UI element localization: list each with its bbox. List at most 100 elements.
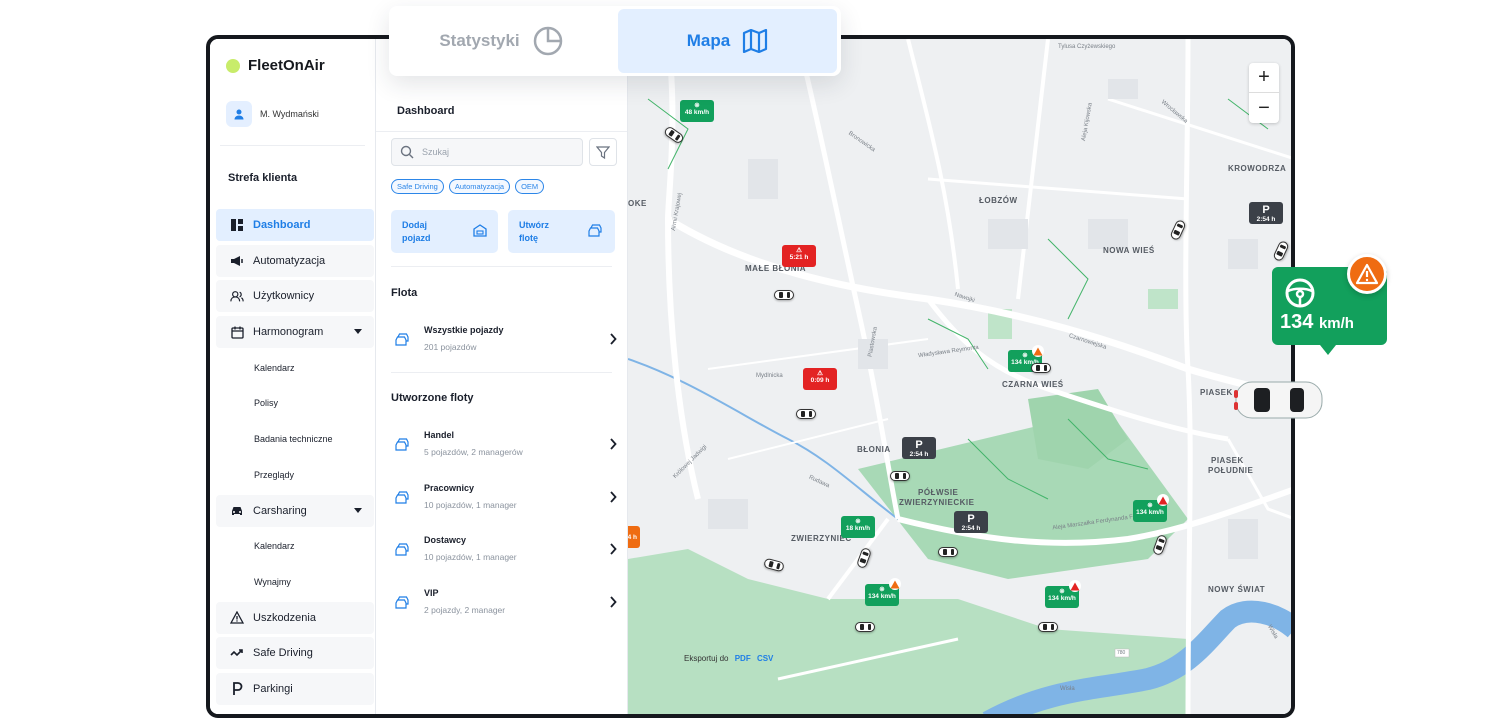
sidebar-item-dashboard[interactable]: Dashboard [216, 209, 374, 241]
fleet-name: Dostawcy [424, 535, 467, 545]
vehicle-pin[interactable]: ⚠ 5:21 h [782, 245, 816, 267]
add-vehicle-button[interactable]: Dodaj pojazd [391, 210, 498, 253]
steering-wheel-icon: ⊗ [694, 102, 700, 109]
parking-pin[interactable]: P 2:54 h [954, 511, 988, 533]
sidebar-item-uzytkownicy[interactable]: Użytkownicy [216, 280, 374, 313]
no-signal-icon: ⚠ [817, 370, 823, 377]
road-badge: 780 [1117, 650, 1126, 656]
sidebar-subitem-kalendarz[interactable]: Kalendarz [216, 352, 374, 384]
district-label: ZWIERZYNIECKIE [899, 498, 975, 507]
selected-vehicle-icon[interactable] [1232, 376, 1326, 424]
filter-button[interactable] [589, 138, 617, 166]
zoom-controls: + − [1249, 63, 1279, 123]
zoom-out-button[interactable]: − [1249, 93, 1279, 123]
sidebar-menu: Dashboard Automatyzacja Użytkownicy Harm… [216, 209, 374, 709]
user-profile[interactable]: M. Wydmański [226, 101, 319, 127]
vehicle-marker[interactable] [1038, 622, 1058, 632]
sidebar-item-safe-driving[interactable]: Safe Driving [216, 637, 374, 670]
vehicle-marker[interactable] [796, 409, 816, 419]
chevron-right-icon [609, 437, 617, 455]
sidebar-item-label: Parkingi [253, 682, 293, 695]
fleet-row-vip[interactable]: VIP 2 pojazdy, 2 manager [391, 585, 619, 625]
fleet-icon [395, 491, 411, 509]
chevron-down-icon[interactable] [354, 507, 362, 513]
vehicle-marker[interactable] [1031, 363, 1051, 373]
vehicle-pin[interactable]: ⊗ 48 km/h [680, 100, 714, 122]
avatar [226, 101, 252, 127]
users-icon [230, 289, 244, 303]
pie-chart-icon [533, 26, 562, 56]
filter-icon [596, 145, 610, 159]
fleet-meta: 10 pojazdów, 1 manager [424, 500, 517, 510]
export-csv-link[interactable]: CSV [757, 654, 773, 663]
sidebar-item-label: Automatyzacja [253, 254, 326, 267]
fleet-icon [588, 224, 604, 241]
pin-text: 18 km/h [845, 525, 871, 532]
pin-text: 5:21 h [789, 254, 809, 261]
sidebar-subitem-przeglady[interactable]: Przeglądy [216, 459, 374, 491]
sidebar-item-uszkodzenia[interactable]: Uszkodzenia [216, 601, 374, 634]
chip-safe-driving[interactable]: Safe Driving [391, 179, 444, 194]
parking-icon [230, 682, 244, 696]
chip-automatyzacja[interactable]: Automatyzacja [448, 179, 511, 194]
warning-icon [889, 578, 901, 590]
street-label: Wisła [1060, 686, 1075, 692]
chip-oem[interactable]: OEM [515, 179, 545, 194]
tab-statystyki[interactable]: Statystyki [392, 9, 611, 73]
vehicle-marker[interactable] [938, 547, 958, 557]
sidebar-item-automatyzacja[interactable]: Automatyzacja [216, 244, 374, 277]
create-fleet-button[interactable]: Utwórz flotę [508, 210, 615, 253]
sidebar-subitem-badania[interactable]: Badania techniczne [216, 423, 374, 455]
vehicle-marker[interactable] [890, 471, 910, 481]
app-name: FleetOnAir [248, 57, 325, 74]
sidebar-item-carsharing[interactable]: Carsharing [216, 494, 374, 527]
export-bar: Eksportuj do PDF CSV [684, 654, 773, 663]
divider [376, 131, 627, 132]
chevron-right-icon [609, 542, 617, 560]
tab-mapa[interactable]: Mapa [618, 9, 837, 73]
dashboard-panel: Dashboard Szukaj Safe Driving Automatyza… [376, 39, 628, 714]
district-label: BŁONIA [857, 445, 891, 454]
export-pdf-link[interactable]: PDF [735, 654, 751, 663]
sidebar-item-parkingi[interactable]: Parkingi [216, 672, 374, 705]
district-label: PIASEK [1211, 456, 1244, 465]
street-label: Mydlnicka [756, 373, 783, 379]
fleet-row-all[interactable]: Wszystkie pojazdy 201 pojazdów [391, 322, 619, 362]
sidebar-subitem-polisy[interactable]: Polisy [216, 387, 374, 419]
parking-pin[interactable]: P 2:54 h [902, 437, 936, 459]
parking-letter: P [1262, 204, 1270, 216]
sidebar-subitem-kalendarz[interactable]: Kalendarz [216, 530, 374, 562]
search-placeholder: Szukaj [422, 147, 450, 157]
map-view[interactable]: 780 ŁOBZÓW NOWA WIEŚ KROWODRZA MAŁE BŁON… [628, 39, 1291, 714]
pin-text: 48 km/h [684, 109, 710, 116]
chevron-down-icon[interactable] [354, 329, 362, 335]
chevron-right-icon [609, 595, 617, 613]
fleet-row-handel[interactable]: Handel 5 pojazdów, 2 managerów [391, 427, 619, 467]
parking-pin[interactable]: P 2:54 h [1249, 202, 1283, 224]
sidebar-item-harmonogram[interactable]: Harmonogram [216, 316, 374, 349]
vehicle-marker[interactable] [855, 622, 875, 632]
district-label: PÓŁWSIE [918, 488, 959, 497]
garage-icon [473, 224, 487, 241]
search-input[interactable]: Szukaj [391, 138, 583, 166]
filter-chips: Safe Driving Automatyzacja OEM [391, 179, 545, 194]
warning-icon [230, 611, 244, 625]
car-icon [230, 504, 244, 518]
pin-text: 4 h [628, 534, 637, 541]
tab-label: Statystyki [439, 31, 520, 50]
sidebar-subitem-wynajmy[interactable]: Wynajmy [216, 566, 374, 598]
app-window: FleetOnAir M. Wydmański Strefa klienta D… [206, 35, 1295, 718]
sidebar-item-label: Uszkodzenia [253, 611, 316, 624]
app-logo[interactable]: FleetOnAir [226, 57, 325, 74]
fleet-row-dostawcy[interactable]: Dostawcy 10 pojazdów, 1 manager [391, 532, 619, 572]
trend-icon [230, 646, 244, 660]
fleet-meta: 5 pojazdów, 2 managerów [424, 447, 523, 457]
vehicle-marker[interactable] [774, 290, 794, 300]
zoom-in-button[interactable]: + [1249, 63, 1279, 93]
vehicle-pin[interactable]: 4 h [628, 526, 640, 548]
fleet-row-pracownicy[interactable]: Pracownicy 10 pojazdów, 1 manager [391, 480, 619, 520]
fleet-meta: 2 pojazdy, 2 manager [424, 605, 506, 615]
vehicle-pin[interactable]: ⊗ 18 km/h [841, 516, 875, 538]
vehicle-pin[interactable]: ⚠ 0:09 h [803, 368, 837, 390]
speed-number: 134 [1280, 311, 1314, 333]
